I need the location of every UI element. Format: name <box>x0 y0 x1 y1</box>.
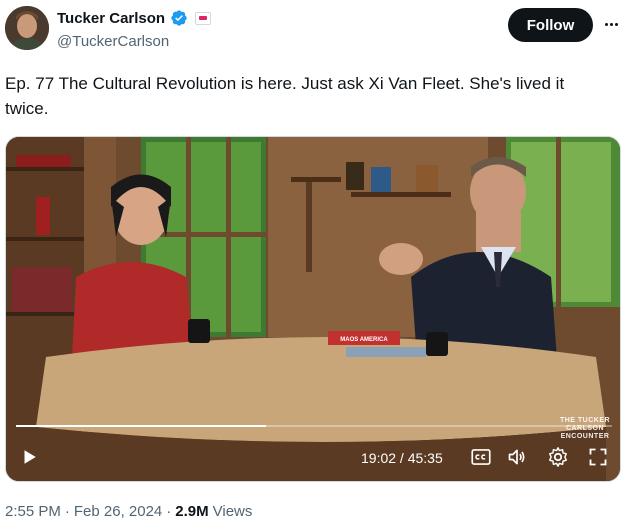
affiliate-badge-icon[interactable] <box>195 11 212 25</box>
display-name[interactable]: Tucker Carlson <box>57 10 165 27</box>
views-count: 2.9M <box>175 503 209 520</box>
views-label: Views <box>212 503 253 520</box>
progress-fill <box>16 425 267 427</box>
tweet-header: Tucker Carlson @TuckerCarlson Follow <box>0 0 626 60</box>
tweet-time[interactable]: 2:55 PM <box>5 503 61 520</box>
verified-badge-icon[interactable] <box>170 9 188 27</box>
video-watermark: THE TUCKER CARLSON ENCOUNTER <box>559 417 611 440</box>
meta-separator: · <box>64 503 70 520</box>
more-icon[interactable] <box>600 14 622 34</box>
avatar[interactable] <box>5 6 49 50</box>
follow-button[interactable]: Follow <box>508 8 593 42</box>
captions-icon[interactable] <box>471 448 491 466</box>
fullscreen-icon[interactable] <box>588 447 608 467</box>
video-frame: MAOS AMERICA <box>6 137 620 481</box>
play-icon[interactable] <box>20 448 38 466</box>
meta-separator: · <box>166 503 172 520</box>
progress-bar[interactable] <box>16 425 612 427</box>
volume-icon[interactable] <box>506 447 528 467</box>
tweet-meta: 2:55 PM · Feb 26, 2024 · 2.9M Views <box>5 503 252 520</box>
name-row: Tucker Carlson <box>57 9 212 27</box>
book-title: MAOS AMERICA <box>340 337 388 343</box>
settings-icon[interactable] <box>547 446 569 468</box>
handle[interactable]: @TuckerCarlson <box>57 33 169 50</box>
tweet-text: Ep. 77 The Cultural Revolution is here. … <box>5 74 565 118</box>
avatar-image <box>5 6 49 50</box>
video-player[interactable]: MAOS AMERICA THE TUCKER CARLSON ENCOUNTE… <box>5 136 621 482</box>
video-time: 19:02 / 45:35 <box>361 450 443 466</box>
tweet-date[interactable]: Feb 26, 2024 <box>74 503 162 520</box>
